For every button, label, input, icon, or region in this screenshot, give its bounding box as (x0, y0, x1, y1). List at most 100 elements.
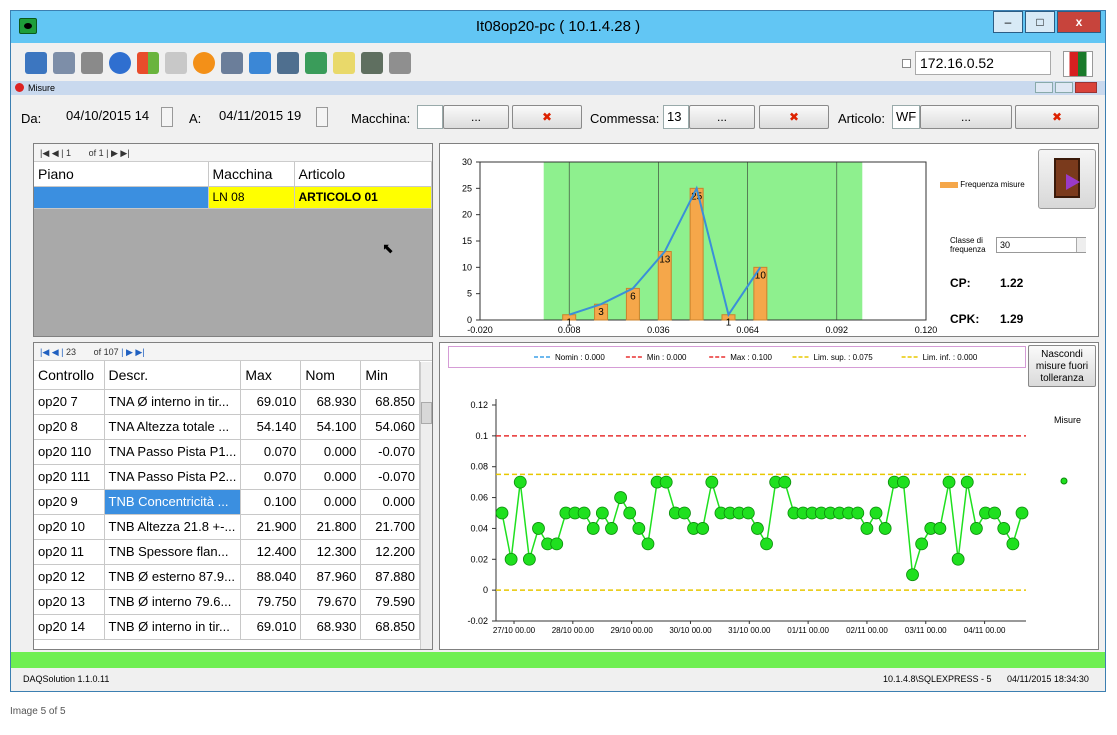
table-row[interactable]: op20 9 TNB Concentricità ... 0.100 0.000 0.0… (34, 489, 420, 515)
cell-min[interactable]: -0.070 (360, 464, 420, 490)
cell-max[interactable]: 0.100 (240, 489, 302, 515)
close-button[interactable]: x (1057, 11, 1101, 33)
column-header-descr[interactable]: Descr. (104, 361, 242, 390)
column-header-max[interactable]: Max (240, 361, 302, 390)
a-date-field[interactable]: 04/11/2015 19 (216, 105, 322, 129)
cell-descr[interactable]: TNB Ø interno in tir... (104, 614, 242, 640)
cell-nom[interactable]: 68.930 (300, 614, 362, 640)
copy-icon[interactable] (389, 52, 411, 74)
cell-min[interactable]: 0.000 (360, 489, 420, 515)
cell-descr[interactable]: TNB Altezza 21.8 +-... (104, 514, 242, 540)
maximize-button[interactable]: □ (1025, 11, 1055, 33)
cell-controllo[interactable]: op20 10 (34, 514, 105, 540)
a-spinner[interactable] (316, 107, 328, 127)
column-header-articolo[interactable]: Articolo (294, 162, 432, 187)
macchina-select-button[interactable]: ... (443, 105, 509, 129)
alert-icon[interactable] (193, 52, 215, 74)
hide-out-of-tolerance-button[interactable]: Nascondi misure fuori tolleranza (1028, 345, 1096, 387)
vertical-scrollbar[interactable] (420, 362, 432, 649)
classe-spinner[interactable] (1076, 238, 1086, 252)
table-row[interactable]: op20 14 TNB Ø interno in tir... 69.010 68.9… (34, 614, 420, 640)
exit-button[interactable] (1038, 149, 1096, 209)
first-page-icon[interactable]: |◀ ◀ | (40, 347, 64, 357)
cell-controllo[interactable]: op20 9 (34, 489, 105, 515)
cell-nom[interactable]: 79.670 (300, 589, 362, 615)
cell-controllo[interactable]: op20 8 (34, 414, 105, 440)
tools-icon[interactable] (81, 52, 103, 74)
table-row[interactable]: op20 10 TNB Altezza 21.8 +-... 21.900 21.80… (34, 514, 420, 540)
cell-descr[interactable]: TNB Concentricità ... (104, 489, 242, 515)
cell-nom[interactable]: 68.930 (300, 389, 362, 415)
table-row[interactable]: op20 11 TNB Spessore flan... 12.400 12.300 1… (34, 539, 420, 565)
cell-min[interactable]: 68.850 (360, 389, 420, 415)
table-row[interactable]: op20 8 TNA Altezza totale ... 54.140 54.100… (34, 414, 420, 440)
refresh-icon[interactable] (109, 52, 131, 74)
page-number[interactable]: 23 (66, 347, 76, 357)
frame-icon[interactable] (361, 52, 383, 74)
commessa-select-button[interactable]: ... (689, 105, 755, 129)
display-icon[interactable] (277, 52, 299, 74)
cell-nom[interactable]: 12.300 (300, 539, 362, 565)
minimize-button[interactable]: – (993, 11, 1023, 33)
table-row[interactable]: op20 7 TNA Ø interno in tir... 69.010 68.93… (34, 389, 420, 415)
commessa-field[interactable]: 13 (663, 105, 689, 129)
sub-restore-button[interactable] (1055, 82, 1073, 93)
cell-nom[interactable]: 87.960 (300, 564, 362, 590)
table-row[interactable]: LN 08 ARTICOLO 01 (34, 186, 432, 209)
cell-min[interactable]: 87.880 (360, 564, 420, 590)
table-row[interactable]: op20 111 TNA Passo Pista P2... 0.070 0.000-… (34, 464, 420, 490)
column-header-min[interactable]: Min (360, 361, 420, 390)
cell-nom[interactable]: 0.000 (300, 439, 362, 465)
cell-descr[interactable]: TNA Altezza totale ... (104, 414, 242, 440)
cell-descr[interactable]: TNB Ø interno 79.6... (104, 589, 242, 615)
table-row[interactable]: op20 110 TNA Passo Pista P1... 0.070 0.000-… (34, 439, 420, 465)
cell-controllo[interactable]: op20 13 (34, 589, 105, 615)
scrollbar-thumb[interactable] (421, 402, 432, 424)
cell-controllo[interactable]: op20 11 (34, 539, 105, 565)
articolo-clear-button[interactable]: ✖ (1015, 105, 1099, 129)
cell-controllo[interactable]: op20 110 (34, 439, 105, 465)
cell-articolo[interactable]: ARTICOLO 01 (294, 186, 432, 209)
cell-min[interactable]: 21.700 (360, 514, 420, 540)
signal-icon[interactable] (1063, 51, 1093, 77)
cell-min[interactable]: 79.590 (360, 589, 420, 615)
cell-descr[interactable]: TNA Ø interno in tir... (104, 389, 242, 415)
cell-piano[interactable] (34, 186, 209, 209)
column-header-nom[interactable]: Nom (300, 361, 362, 390)
cell-min[interactable]: 12.200 (360, 539, 420, 565)
monitor-icon[interactable] (25, 52, 47, 74)
cell-nom[interactable]: 0.000 (300, 464, 362, 490)
cell-max[interactable]: 69.010 (240, 614, 302, 640)
cell-nom[interactable]: 0.000 (300, 489, 362, 515)
cell-max[interactable]: 0.070 (240, 439, 302, 465)
note-icon[interactable] (333, 52, 355, 74)
cell-nom[interactable]: 21.800 (300, 514, 362, 540)
sub-minimize-button[interactable] (1035, 82, 1053, 93)
da-date-field[interactable]: 04/10/2015 14 (63, 105, 169, 129)
classe-field[interactable]: 30 (996, 237, 1086, 253)
cell-max[interactable]: 79.750 (240, 589, 302, 615)
grid-icon[interactable] (221, 52, 243, 74)
table-row[interactable]: op20 12 TNB Ø esterno 87.9... 88.040 87.960… (34, 564, 420, 590)
cell-descr[interactable]: TNA Passo Pista P2... (104, 464, 242, 490)
fullscreen-icon[interactable] (249, 52, 271, 74)
first-page-icon[interactable]: |◀ ◀ | (40, 148, 64, 158)
cell-controllo[interactable]: op20 12 (34, 564, 105, 590)
cell-max[interactable]: 69.010 (240, 389, 302, 415)
column-header-controllo[interactable]: Controllo (34, 361, 105, 390)
cell-controllo[interactable]: op20 7 (34, 389, 105, 415)
articolo-field[interactable]: WF (892, 105, 920, 129)
windows-icon[interactable] (137, 52, 159, 74)
da-spinner[interactable] (161, 107, 173, 127)
tree-icon[interactable] (53, 52, 75, 74)
cell-nom[interactable]: 54.100 (300, 414, 362, 440)
macchina-clear-button[interactable]: ✖ (512, 105, 582, 129)
cell-max[interactable]: 21.900 (240, 514, 302, 540)
cell-max[interactable]: 12.400 (240, 539, 302, 565)
column-header-macchina[interactable]: Macchina (208, 162, 295, 187)
cell-descr[interactable]: TNA Passo Pista P1... (104, 439, 242, 465)
table-row[interactable]: op20 13 TNB Ø interno 79.6... 79.750 79.670… (34, 589, 420, 615)
printer-icon[interactable] (165, 52, 187, 74)
last-page-icon[interactable]: | ▶ ▶| (106, 148, 130, 158)
export-icon[interactable] (305, 52, 327, 74)
